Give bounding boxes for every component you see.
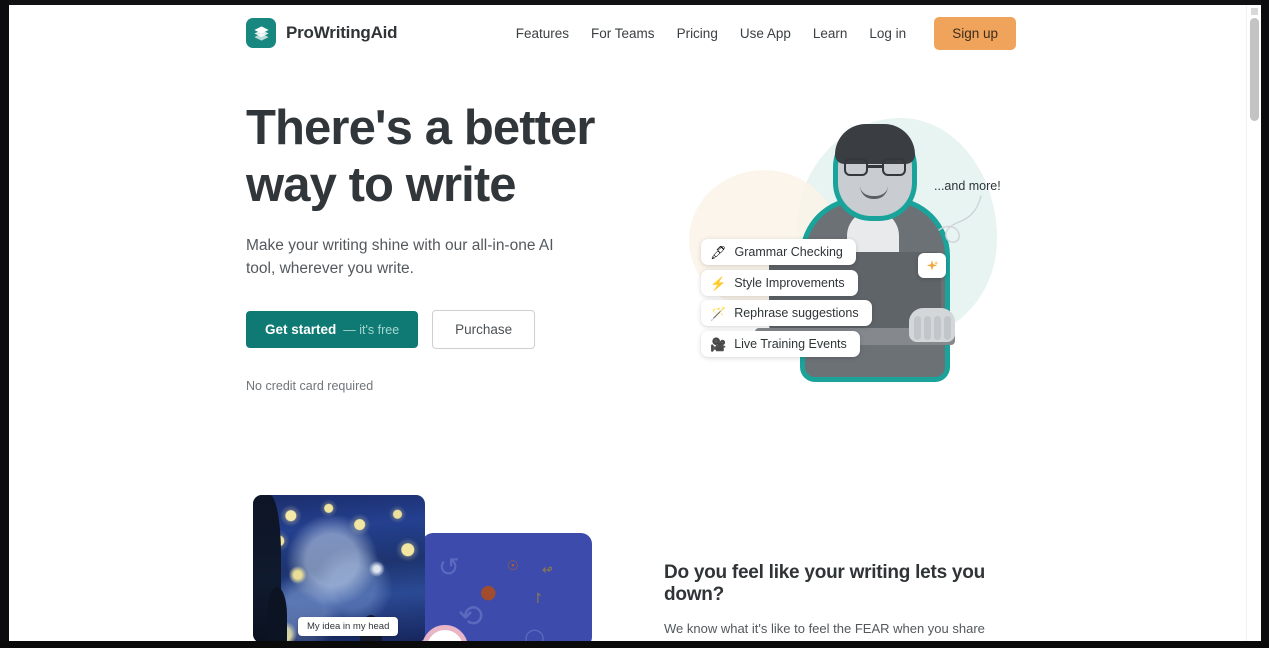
feature-chip-label: Grammar Checking [734,245,843,259]
page-viewport: ProWritingAid Features For Teams Pricing… [9,5,1261,641]
feature-chip-grammar-checking: 🖋 Grammar Checking [701,239,856,265]
get-started-label: Get started [265,322,337,337]
nav-item-for-teams[interactable]: For Teams [580,18,666,49]
purchase-button[interactable]: Purchase [432,310,536,349]
vertical-scrollbar[interactable] [1246,5,1261,641]
feature-chip-label: Rephrase suggestions [734,306,859,320]
person-hand [909,308,955,342]
nav-item-use-app[interactable]: Use App [729,18,802,49]
nav-item-learn[interactable]: Learn [802,18,859,49]
window-right-edge [1261,0,1269,648]
prowritingaid-book-logo-icon [246,18,276,48]
fountain-pen-icon: 🖋 [710,244,727,260]
lightning-bolt-icon: ⚡ [710,275,727,291]
feature-chip-live-training-events: 🎥 Live Training Events [701,331,860,357]
scrollbar-thumb[interactable] [1250,18,1259,121]
feature-chip-style-improvements: ⚡ Style Improvements [701,270,858,296]
section2-text: Do you feel like your writing lets you d… [664,562,1029,641]
hero-cta-group: Get started — it's free Purchase [246,310,646,349]
browser-window: ProWritingAid Features For Teams Pricing… [0,0,1269,648]
site-header: ProWritingAid Features For Teams Pricing… [9,5,1246,62]
get-started-button[interactable]: Get started — it's free [246,311,419,348]
section2-title: Do you feel like your writing lets you d… [664,562,985,605]
hero-content: There's a better way to write Make your … [246,100,646,393]
starry-night-caption: My idea in my head [298,617,399,636]
hero-title: There's a better way to write [246,100,646,214]
idea-comparison-illustration: ↺ ☉ ↫ ● ↾ ⟲ ○ My idea in my head [246,495,646,641]
and-more-annotation: ...and more! [934,179,1001,193]
brand-name: ProWritingAid [286,23,398,42]
nav-item-pricing[interactable]: Pricing [666,18,729,49]
section2-body: We know what it's like to feel the FEAR … [664,621,985,636]
curved-arrow-doodle-icon [938,195,982,243]
sparkles-icon [918,253,946,278]
feature-chip-label: Style Improvements [734,276,845,290]
nav-item-log-in[interactable]: Log in [858,18,917,49]
brand-logo[interactable]: ProWritingAid [246,18,398,48]
window-left-edge [0,0,9,648]
window-bottom-edge [0,641,1269,648]
feature-chip-rephrase-suggestions: 🪄 Rephrase suggestions [701,300,872,326]
hero-illustration: 🖋 Grammar Checking ⚡ Style Improvements … [669,100,1049,390]
glasses-icon [844,158,906,176]
get-started-suffix: — it's free [343,323,400,337]
nav-item-features[interactable]: Features [505,18,580,49]
no-credit-card-note: No credit card required [246,379,374,393]
sign-up-button[interactable]: Sign up [934,17,1016,50]
movie-camera-icon: 🎥 [710,336,727,352]
main-nav: Features For Teams Pricing Use App Learn… [505,17,1016,50]
scroll-up-arrow-icon[interactable] [1251,8,1258,15]
hero-title-line-1: There's a better [246,101,595,155]
feature-chip-label: Live Training Events [734,337,847,351]
hero-subtitle: Make your writing shine with our all-in-… [246,237,554,277]
magic-wand-icon: 🪄 [710,305,727,321]
cypress-tree-secondary [267,587,287,641]
hero-title-line-2: way to write [246,158,517,212]
starry-night-card: My idea in my head [253,495,425,641]
